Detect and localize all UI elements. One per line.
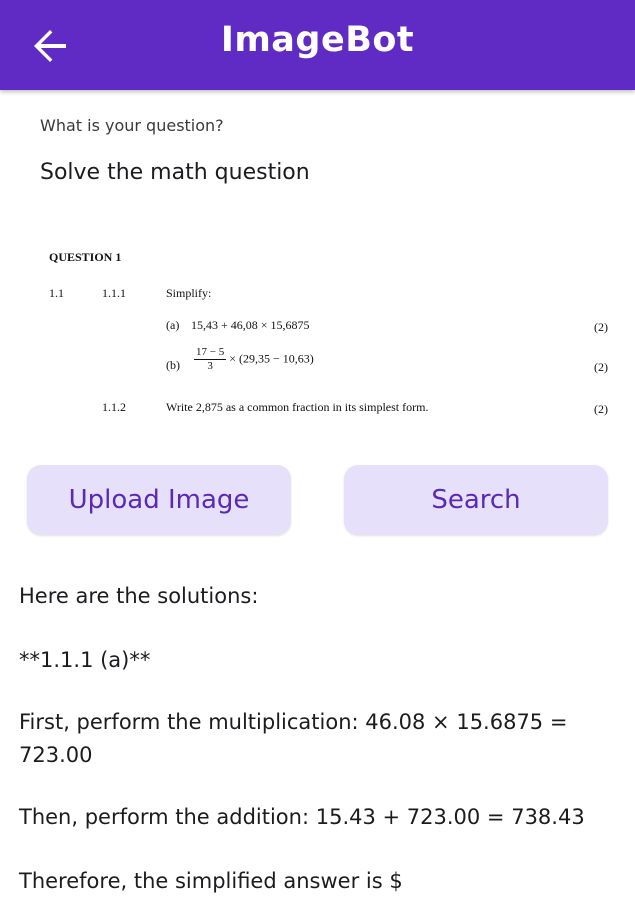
doc-sub2-text: Write 2,875 as a common fraction in its … [166, 400, 429, 414]
doc-part-b-numerator: 17 − 5 [194, 346, 227, 360]
doc-part-b-fraction: 17 − 5 3 [194, 346, 227, 373]
doc-part-b-marks: (2) [594, 360, 608, 374]
doc-sub2-marks: (2) [594, 402, 608, 416]
doc-sub1-text: Simplify: [166, 286, 212, 300]
doc-part-b-label: (b) [166, 358, 180, 372]
doc-question-number: 1.1 [49, 286, 64, 300]
question-label: What is your question? [40, 116, 224, 135]
doc-part-a-marks: (2) [594, 320, 608, 334]
search-button[interactable]: Search [344, 465, 608, 535]
doc-part-b-denominator: 3 [207, 360, 213, 372]
doc-part-a-label: (a) [166, 318, 180, 332]
doc-sub1-number: 1.1.1 [102, 286, 126, 300]
doc-part-b-expr: 17 − 5 3 × (29,35 − 10,63) [194, 346, 314, 373]
doc-sub2-number: 1.1.2 [102, 400, 126, 414]
question-input[interactable] [38, 154, 602, 190]
doc-heading: QUESTION 1 [49, 250, 122, 264]
answer-step-multiplication: First, perform the multiplication: 46.08… [19, 710, 568, 767]
app-title: ImageBot [220, 20, 415, 60]
uploaded-image: QUESTION 1 1.1 1.1.1 Simplify: (a) 15,43… [40, 240, 625, 430]
answer-intro: Here are the solutions: [19, 584, 259, 608]
upload-image-button[interactable]: Upload Image [27, 465, 291, 535]
answer-conclusion: Therefore, the simplified answer is $ [19, 869, 403, 893]
answer-step-addition: Then, perform the addition: 15.43 + 723.… [19, 805, 585, 829]
app-bar: ImageBot [0, 0, 635, 90]
doc-part-b-rest: × (29,35 − 10,63) [229, 351, 314, 366]
doc-part-a-expr: 15,43 + 46,08 × 15,6875 [191, 318, 310, 332]
answer-section-heading: **1.1.1 (a)** [19, 648, 151, 672]
